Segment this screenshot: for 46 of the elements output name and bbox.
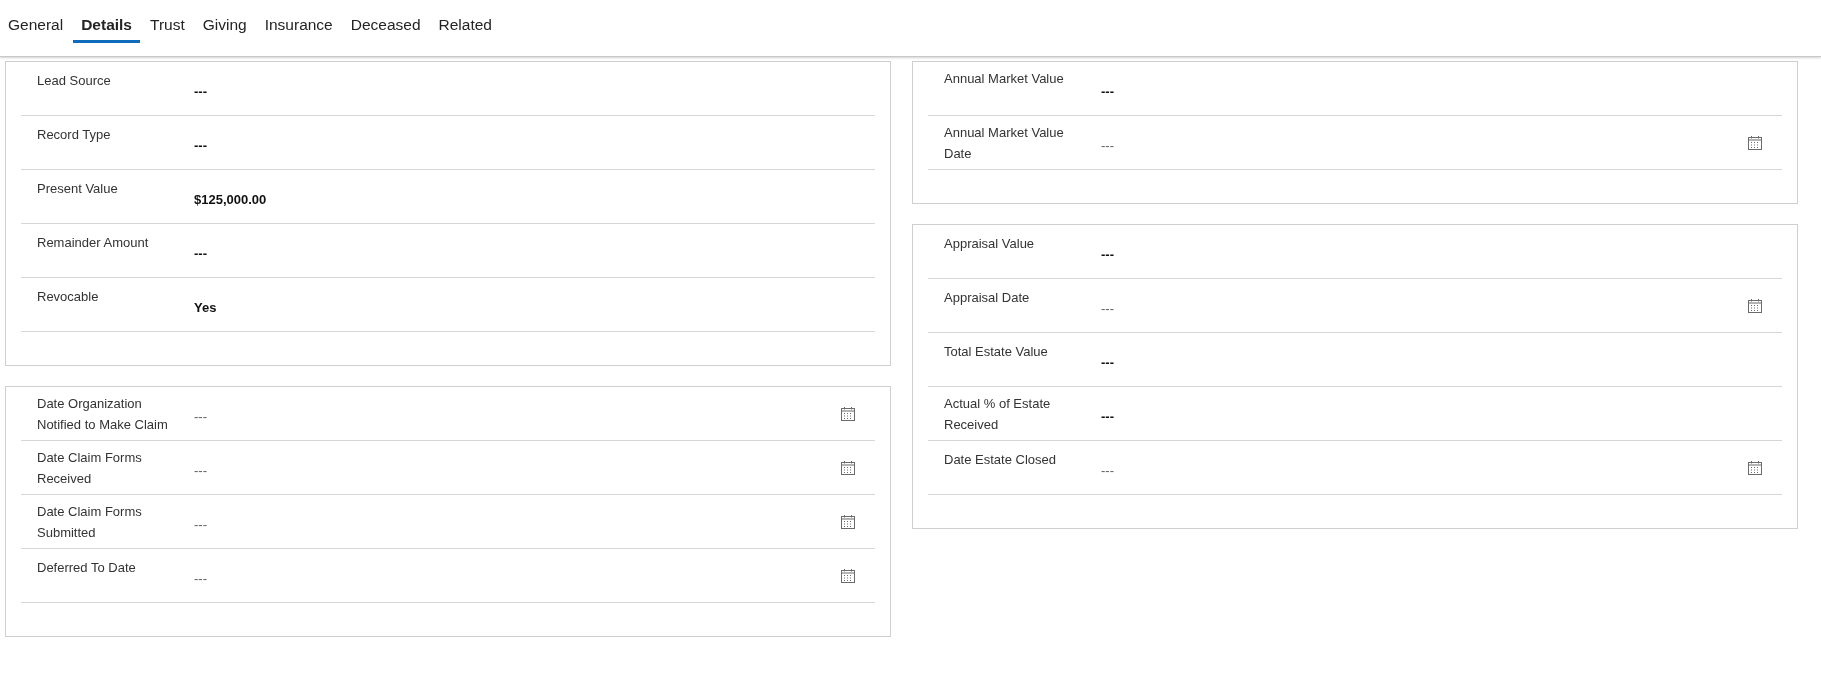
field-label: Annual Market Value Date	[944, 124, 1065, 163]
field-value[interactable]: ---	[1101, 295, 1747, 316]
field-label: Revocable	[37, 288, 100, 306]
field-value[interactable]: ---	[194, 132, 875, 153]
calendar-icon[interactable]	[1747, 459, 1763, 476]
tab[interactable]: Insurance	[256, 16, 341, 43]
field-label: Present Value	[37, 180, 119, 198]
field-label: Appraisal Date	[944, 289, 1031, 307]
field-label: Date Organization Notified to Make Claim	[37, 395, 169, 434]
field-value[interactable]: ---	[194, 403, 840, 424]
field-value[interactable]: ---	[194, 240, 875, 261]
field-value[interactable]: ---	[194, 457, 840, 478]
field-label: Date Estate Closed	[944, 451, 1057, 469]
field-value[interactable]: ---	[1101, 132, 1747, 153]
tab[interactable]: Details	[73, 16, 140, 43]
tab[interactable]: Trust	[142, 16, 193, 43]
field-value[interactable]: ---	[194, 78, 875, 99]
calendar-icon[interactable]	[840, 405, 856, 422]
field-value[interactable]: ---	[1101, 403, 1782, 424]
field-label: Appraisal Value	[944, 235, 1036, 253]
field-label: Deferred To Date	[37, 559, 137, 577]
tab[interactable]: General	[0, 16, 72, 43]
field-value[interactable]: ---	[194, 565, 840, 586]
field-value[interactable]: Yes	[194, 294, 875, 315]
field-value[interactable]: ---	[1101, 457, 1747, 478]
field-label: Record Type	[37, 126, 112, 144]
calendar-icon[interactable]	[840, 567, 856, 584]
calendar-icon[interactable]	[1747, 297, 1763, 314]
field-label: Date Claim Forms Submitted	[37, 503, 143, 542]
tab[interactable]: Giving	[194, 16, 255, 43]
calendar-icon[interactable]	[1747, 134, 1763, 151]
field-label: Actual % of Estate Received	[944, 395, 1052, 434]
tab[interactable]: Deceased	[342, 16, 429, 43]
tab[interactable]: Related	[430, 16, 500, 43]
field-label: Remainder Amount	[37, 234, 150, 252]
field-value[interactable]: ---	[1101, 78, 1782, 99]
field-label: Annual Market Value	[944, 70, 1065, 88]
calendar-icon[interactable]	[840, 459, 856, 476]
field-label: Total Estate Value	[944, 343, 1049, 361]
field-value[interactable]: $125,000.00	[194, 186, 875, 207]
field-label: Lead Source	[37, 72, 112, 90]
field-label: Date Claim Forms Received	[37, 449, 143, 488]
field-value[interactable]: ---	[1101, 349, 1782, 370]
field-value[interactable]: ---	[194, 511, 840, 532]
calendar-icon[interactable]	[840, 513, 856, 530]
field-value[interactable]: ---	[1101, 241, 1782, 262]
